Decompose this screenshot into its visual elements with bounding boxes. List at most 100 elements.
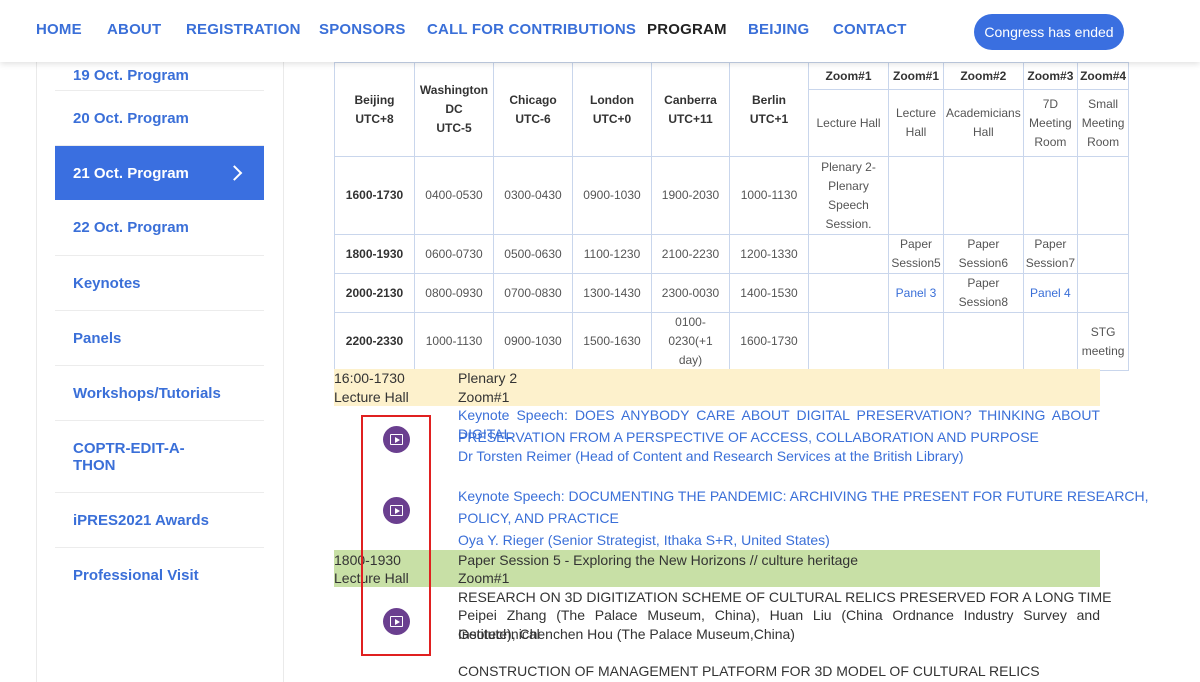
time-cell: 0300-0430 [493, 156, 573, 235]
sidebar-item-label: COPTR-EDIT-A-THON [73, 439, 185, 474]
panel-4-link[interactable]: Panel 4 [1022, 273, 1079, 313]
room-academicians-hall: Academicians Hall [943, 89, 1024, 157]
video-play-icon[interactable] [383, 608, 410, 635]
keynote1-speaker[interactable]: Dr Torsten Reimer (Head of Content and R… [458, 447, 964, 466]
time-cell: 1800-1930 [334, 234, 415, 274]
keynote2-speaker[interactable]: Oya Y. Rieger (Senior Strategist, Ithaka… [458, 531, 830, 550]
schedule-table: Beijing UTC+8 Washington DC UTC-5 Chicago UT… [334, 62, 1130, 371]
sidebar-item-label: 22 Oct. Program [73, 219, 189, 236]
plenary-place: Lecture Hall [334, 389, 409, 405]
plenary-header-band [334, 369, 1100, 406]
video-play-icon[interactable] [383, 426, 410, 453]
congress-ended-button[interactable]: Congress has ended [974, 14, 1124, 50]
paper2-title: CONSTRUCTION OF MANAGEMENT PLATFORM FOR … [458, 663, 1040, 679]
nav-call-for-contributions[interactable]: CALL FOR CONTRIBUTIONS [427, 21, 636, 38]
nav-sponsors[interactable]: SPONSORS [319, 21, 406, 38]
sidebar-item-label: Panels [73, 329, 122, 347]
plenary-zoom: Zoom#1 [458, 389, 510, 405]
nav-contact[interactable]: CONTACT [833, 21, 907, 38]
time-cell: 0700-0830 [493, 273, 573, 313]
time-cell: 1100-1230 [572, 234, 652, 274]
nav-registration[interactable]: REGISTRATION [186, 21, 301, 38]
time-cell: 0500-0630 [493, 234, 573, 274]
time-cell: 1300-1430 [572, 273, 652, 313]
keynote2-title-line2[interactable]: POLICY, AND PRACTICE [458, 509, 619, 528]
sidebar-item-21-oct[interactable]: 21 Oct. Program [55, 146, 264, 200]
paper-session6-cell: Paper Session6 [943, 234, 1024, 274]
paper-session7-cell: Paper Session7 [1022, 234, 1079, 274]
time-cell: 0900-1030 [493, 312, 573, 371]
panel-3-link[interactable]: Panel 3 [888, 273, 944, 313]
room-7d-meeting: 7D Meeting Room [1022, 89, 1079, 157]
time-cell: 1600-1730 [334, 156, 415, 235]
time-cell: 2200-2330 [334, 312, 415, 371]
time-cell: 0100-0230(+1 day) [651, 312, 730, 371]
header-zoom4: Zoom#4 [1077, 62, 1130, 90]
header-berlin: Berlin UTC+1 [729, 62, 809, 157]
sidebar-item-label: Keynotes [73, 274, 141, 292]
keynote2-title-line1[interactable]: Keynote Speech: DOCUMENTING THE PANDEMIC… [458, 487, 1149, 506]
plenary-title: Plenary 2 [458, 370, 518, 386]
time-cell: 1000-1130 [414, 312, 494, 371]
room-lecture-hall-b: Lecture Hall [888, 89, 944, 157]
paper-session5-cell: Paper Session5 [888, 234, 944, 274]
table-row: 2200-2330 1000-1130 0900-1030 1500-1630 … [334, 312, 1130, 371]
sidebar-item-label: iPRES2021 Awards [73, 511, 209, 529]
sidebar-item-panels[interactable]: Panels [55, 311, 264, 366]
sidebar-item-label: Workshops/Tutorials [73, 384, 221, 402]
sidebar-item-label: 20 Oct. Program [73, 109, 189, 127]
video-play-icon[interactable] [383, 497, 410, 524]
time-cell: 1900-2030 [651, 156, 730, 235]
chevron-right-icon [226, 165, 243, 181]
nav-program[interactable]: PROGRAM [647, 21, 727, 38]
paper5-place: Lecture Hall [334, 570, 409, 586]
nav-beijing[interactable]: BEIJING [748, 21, 809, 38]
time-cell: 1600-1730 [729, 312, 809, 371]
sidebar-item-keynotes[interactable]: Keynotes [55, 256, 264, 311]
keynote1-title-line2[interactable]: PRESERVATION FROM A PERSPECTIVE OF ACCES… [458, 428, 1039, 447]
header-canberra: Canberra UTC+11 [651, 62, 730, 157]
time-cell: 0900-1030 [572, 156, 652, 235]
header-london: London UTC+0 [572, 62, 652, 157]
sidebar-item-workshops[interactable]: Workshops/Tutorials [55, 366, 264, 421]
header-zoom2: Zoom#2 [943, 62, 1024, 90]
time-cell: 1500-1630 [572, 312, 652, 371]
table-row: 1800-1930 0600-0730 0500-0630 1100-1230 … [334, 234, 1130, 274]
time-cell: 2100-2230 [651, 234, 730, 274]
time-cell: 0800-0930 [414, 273, 494, 313]
plenary-time: 16:00-1730 [334, 370, 405, 386]
time-cell: 1400-1530 [729, 273, 809, 313]
sidebar-item-label: 19 Oct. Program [73, 66, 189, 84]
sidebar-item-label: Professional Visit [73, 567, 199, 584]
header-zoom3: Zoom#3 [1022, 62, 1079, 90]
top-navigation: HOME ABOUT REGISTRATION SPONSORS CALL FO… [0, 0, 1200, 62]
time-cell: 0400-0530 [414, 156, 494, 235]
paper5-time: 1800-1930 [334, 552, 401, 568]
paper1-title: RESEARCH ON 3D DIGITIZATION SCHEME OF CU… [458, 589, 1112, 605]
room-lecture-hall: Lecture Hall [808, 89, 889, 157]
stg-meeting-cell: STG meeting [1077, 312, 1130, 371]
paper5-zoom: Zoom#1 [458, 570, 510, 586]
header-beijing: Beijing UTC+8 [334, 62, 415, 157]
time-cell: 2000-2130 [334, 273, 415, 313]
header-chicago: Chicago UTC-6 [493, 62, 573, 157]
time-cell: 0600-0730 [414, 234, 494, 274]
paper1-authors-line2: Institute), Chenchen Hou (The Palace Mus… [458, 626, 795, 642]
table-row: 1600-1730 0400-0530 0300-0430 0900-1030 … [334, 156, 1130, 235]
sidebar-item-professional-visit[interactable]: Professional Visit [55, 548, 264, 603]
sidebar-item-awards[interactable]: iPRES2021 Awards [55, 493, 264, 548]
header-washington: Washington DC UTC-5 [414, 62, 494, 157]
sidebar-item-22-oct[interactable]: 22 Oct. Program [55, 200, 264, 256]
room-small-meeting: Small Meeting Room [1077, 89, 1130, 157]
time-cell: 1200-1330 [729, 234, 809, 274]
sidebar-item-20-oct[interactable]: 20 Oct. Program [55, 91, 264, 146]
nav-home[interactable]: HOME [36, 21, 82, 38]
paper5-title: Paper Session 5 - Exploring the New Hori… [458, 552, 858, 568]
table-row: 2000-2130 0800-0930 0700-0830 1300-1430 … [334, 273, 1130, 313]
sidebar-item-coptr[interactable]: COPTR-EDIT-A-THON [55, 421, 264, 493]
sidebar-item-label: 21 Oct. Program [73, 164, 189, 182]
nav-about[interactable]: ABOUT [107, 21, 161, 38]
time-cell: 1000-1130 [729, 156, 809, 235]
paper-session8-cell: Paper Session8 [943, 273, 1024, 313]
header-zoom1b: Zoom#1 [888, 62, 944, 90]
